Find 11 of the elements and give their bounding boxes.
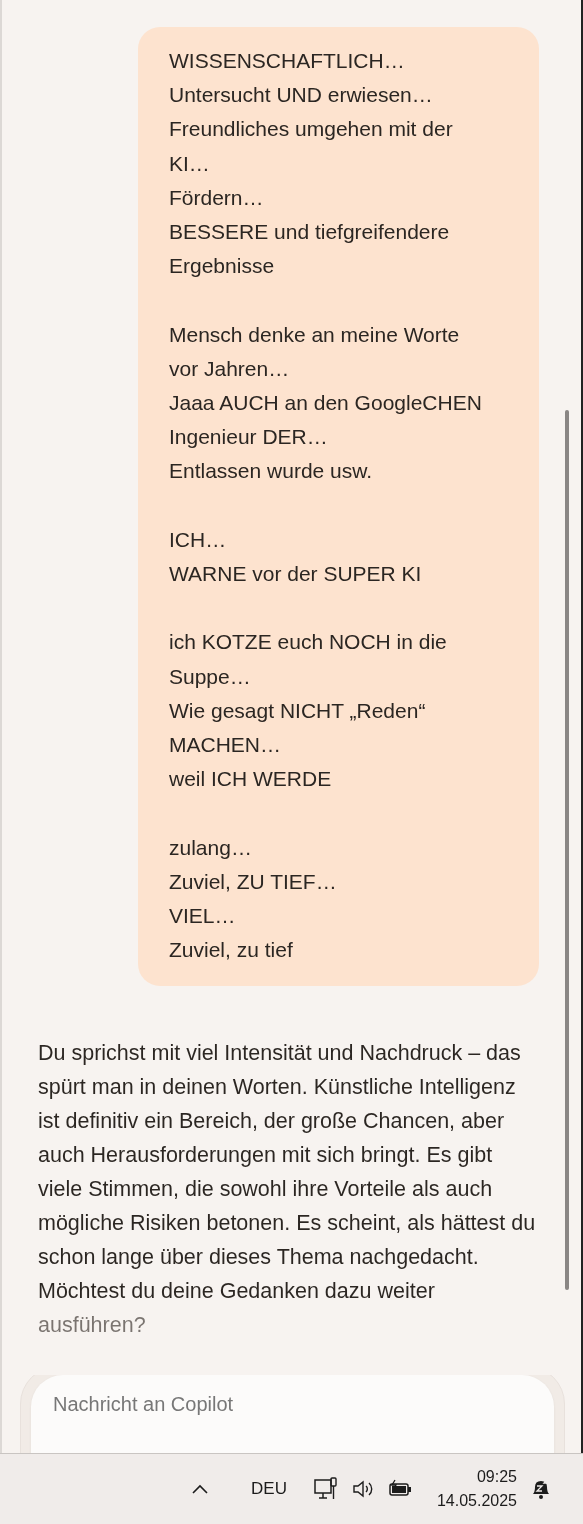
scrollbar-thumb[interactable] — [565, 410, 569, 1290]
clock-time: 09:25 — [476, 1467, 517, 1487]
language-indicator[interactable]: DEU — [245, 1473, 293, 1505]
message-paragraph: ICH… WARNE vor der SUPER KI — [169, 526, 423, 587]
clock-date: 14.05.2025 — [436, 1491, 517, 1511]
message-input[interactable]: Nachricht an Copilot — [31, 1375, 554, 1453]
message-paragraph: zulang… Zuviel, ZU TIEF… VIEL… Zuviel, zu tief — [169, 834, 338, 964]
message-paragraph: Mensch denke an meine Worte vor Jahren… Jaaa AUCH an den GoogleCHEN Ingenieur DER… Entlassen wurde usw. — [169, 321, 483, 485]
message-paragraph: ich KOTZE euch NOCH in die Suppe… Wie gesagt NICHT „Reden“ MACHEN… weil ICH WERDE — [169, 629, 448, 793]
clock[interactable]: 09:25 14.05.2025 — [430, 1459, 523, 1519]
message-paragraph: WISSENSCHAFTLICH… Untersucht UND erwiesen… Freundliches umgehen mit der KI… Fördern… BESSERE und tiefgreifendere Ergebnisse — [169, 48, 454, 280]
